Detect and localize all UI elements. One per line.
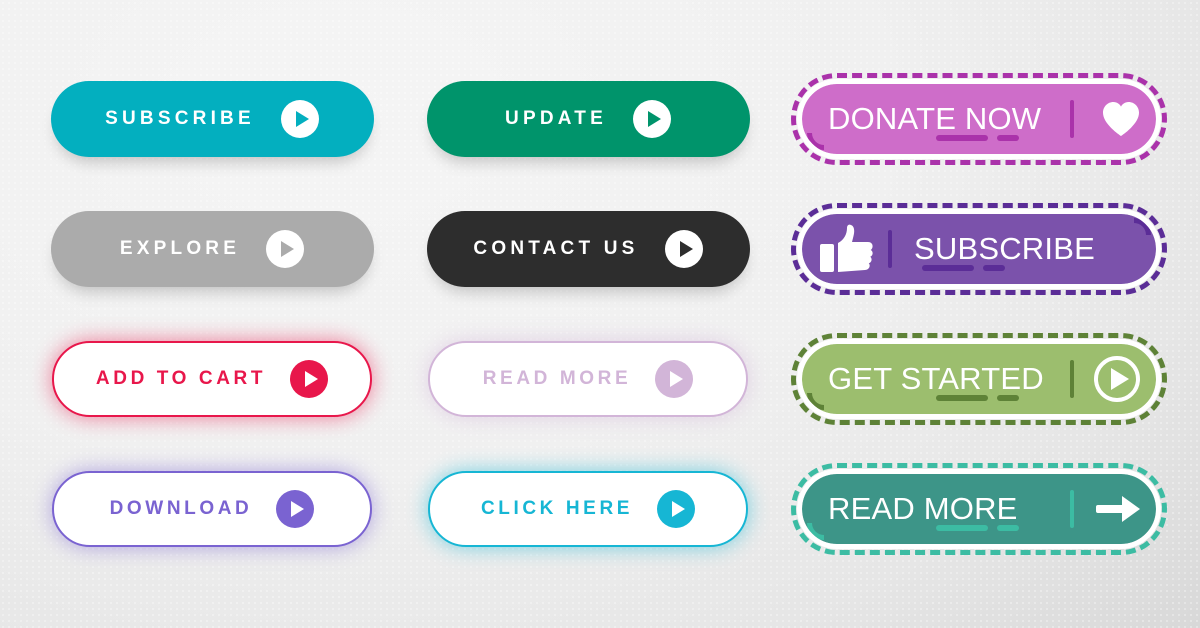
contact-us-dark-button[interactable]: CONTACT US [426, 211, 750, 287]
explore-gray-button[interactable]: EXPLORE [50, 211, 374, 287]
grid-cell: CONTACT US [403, 184, 773, 314]
grid-cell: READ MORE [779, 444, 1179, 574]
button-label: READ MORE [482, 368, 632, 389]
play-circle-icon [632, 100, 671, 138]
download-violet-button-wrapper: DOWNLOAD [42, 457, 382, 561]
grid-cell: EXPLORE [27, 184, 397, 314]
get-started-olive-button[interactable]: GET STARTED [791, 333, 1167, 425]
grid-cell: DONATE NOW [779, 54, 1179, 184]
button-grid: SUBSCRIBE UPDATE DONATE NOW EXPLORE CONTACT … [0, 0, 1200, 628]
donate-now-orchid-button[interactable]: DONATE NOW [791, 73, 1167, 165]
subscribe-teal-button[interactable]: SUBSCRIBE [50, 81, 374, 157]
update-green-button[interactable]: UPDATE [426, 81, 750, 157]
button-label: CONTACT US [473, 238, 639, 259]
play-circle-filled-icon [655, 360, 694, 398]
read-more-lilac-button[interactable]: READ MORE [428, 341, 748, 417]
grid-cell: DOWNLOAD [27, 444, 397, 574]
grid-cell: UPDATE [403, 54, 773, 184]
play-circle-filled-icon [657, 490, 696, 528]
button-label: DOWNLOAD [109, 498, 253, 519]
button-label: SUBSCRIBE [105, 108, 255, 129]
grid-cell: GET STARTED [779, 314, 1179, 444]
add-to-cart-crimson-button-wrapper: ADD TO CART [42, 327, 382, 431]
white-inner-ring [797, 209, 1161, 289]
add-to-cart-crimson-button[interactable]: ADD TO CART [52, 341, 372, 417]
click-here-cyan-button[interactable]: CLICK HERE [428, 471, 748, 547]
white-inner-ring [797, 79, 1161, 159]
play-circle-icon [664, 230, 703, 268]
read-more-teal-button[interactable]: READ MORE [791, 463, 1167, 555]
play-circle-icon [266, 230, 305, 268]
read-more-lilac-button-wrapper: READ MORE [418, 327, 758, 431]
play-circle-icon [280, 100, 319, 138]
play-circle-filled-icon [290, 360, 329, 398]
grid-cell: SUBSCRIBE [779, 184, 1179, 314]
grid-cell: CLICK HERE [403, 444, 773, 574]
download-violet-button[interactable]: DOWNLOAD [52, 471, 372, 547]
button-label: CLICK HERE [480, 498, 634, 519]
click-here-cyan-button-wrapper: CLICK HERE [418, 457, 758, 561]
play-circle-filled-icon [276, 490, 315, 528]
grid-cell: READ MORE [403, 314, 773, 444]
grid-cell: ADD TO CART [27, 314, 397, 444]
subscribe-purple-button[interactable]: SUBSCRIBE [791, 203, 1167, 295]
button-label: ADD TO CART [95, 368, 267, 389]
button-label: EXPLORE [119, 238, 241, 259]
white-inner-ring [797, 339, 1161, 419]
button-label: UPDATE [505, 108, 607, 129]
white-inner-ring [797, 469, 1161, 549]
grid-cell: SUBSCRIBE [27, 54, 397, 184]
